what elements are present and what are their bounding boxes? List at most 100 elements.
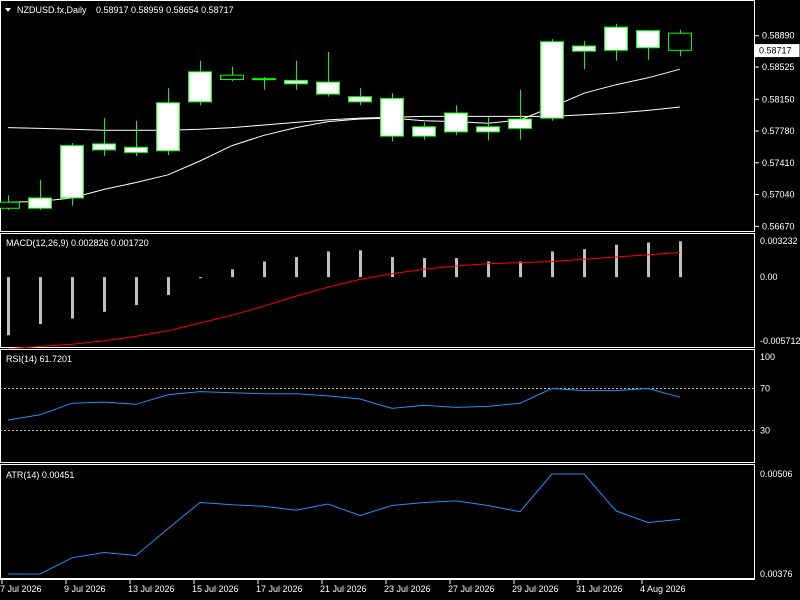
time-axis-label: 13 Jul 2026 (128, 584, 175, 594)
rsi-axis-label: 100 (760, 352, 775, 362)
candle-body-bull (284, 79, 308, 85)
time-axis-label: 31 Jul 2026 (576, 584, 623, 594)
candle (188, 60, 212, 106)
candle (540, 39, 564, 121)
price-axis-label: 0.58150 (762, 94, 795, 104)
time-axis-label: 4 Aug 2026 (640, 584, 686, 594)
macd-bar (423, 258, 426, 278)
candle (156, 88, 180, 156)
candle-body-bull (636, 30, 660, 49)
candle (0, 195, 20, 210)
price-axis-label: 0.57780 (762, 126, 795, 136)
candle-body-bull (604, 26, 628, 51)
candle (476, 117, 500, 141)
macd-bar (231, 269, 234, 278)
rsi-axis-label: 70 (760, 384, 770, 394)
candle-body-bear (668, 32, 692, 51)
atr-axis: 0.00506 0.00376 (760, 469, 793, 579)
macd-bar (7, 277, 10, 336)
candle-body-bull (124, 146, 148, 153)
candle (412, 122, 436, 140)
ma-slow-line-layer (7, 106, 681, 131)
candle (284, 60, 308, 90)
rsi-line (7, 387, 681, 421)
candle-body-bull (188, 71, 212, 103)
time-axis-label: 29 Jul 2026 (512, 584, 559, 594)
candlestick-layer (0, 23, 692, 210)
rsi-panel-frame (0, 349, 755, 463)
atr-line-layer (8, 473, 681, 575)
macd-bar (71, 277, 74, 319)
candle (60, 143, 84, 206)
candle-body-bear (252, 78, 276, 81)
price-axis-label: 0.57040 (762, 190, 795, 200)
price-axis-label: 0.58890 (762, 31, 795, 41)
atr-line (8, 473, 681, 575)
candle (252, 76, 276, 90)
candle (572, 40, 596, 70)
candle-body-bull (572, 45, 596, 52)
candle (316, 52, 340, 97)
time-axis-label: 27 Jul 2026 (448, 584, 495, 594)
macd-bar (519, 261, 522, 278)
macd-title: MACD(12,26,9) 0.002826 0.001720 (6, 238, 149, 248)
macd-bar (679, 241, 682, 278)
macd-histogram-layer (7, 241, 682, 336)
macd-signal-layer (7, 252, 681, 350)
trading-chart[interactable]: 0.58890 0.58525 0.58150 0.57780 0.57410 0.570… (0, 0, 800, 600)
time-axis-label: 9 Jul 2026 (64, 584, 106, 594)
macd-axis-label: 0.003232 (760, 236, 798, 246)
candle (636, 29, 660, 60)
candle-body-bear (0, 201, 20, 209)
candle-body-bull (540, 41, 564, 119)
macd-axis-label: 0.00 (760, 272, 778, 282)
candle-body-bull (348, 96, 372, 103)
candle (444, 105, 468, 136)
rsi-axis-label: 30 (760, 426, 770, 436)
macd-bar (199, 277, 202, 279)
candle (508, 89, 532, 140)
ma-slow-line (7, 106, 681, 131)
candle (92, 118, 116, 156)
candle (220, 66, 244, 82)
time-axis-label: 21 Jul 2026 (320, 584, 367, 594)
time-axis-label: 23 Jul 2026 (384, 584, 431, 594)
time-axis: 7 Jul 2026 9 Jul 2026 13 Jul 2026 15 Jul 20… (0, 579, 686, 594)
candle-body-bull (28, 197, 52, 209)
rsi-title: RSI(14) 61.7201 (6, 354, 72, 364)
candle-body-bull (412, 126, 436, 137)
macd-bar (583, 249, 586, 278)
atr-panel-frame (0, 464, 755, 579)
macd-panel-frame (0, 233, 755, 348)
price-axis: 0.58890 0.58525 0.58150 0.57780 0.57410 0.570… (754, 31, 800, 231)
ohlc-readout: 0.58917 0.58959 0.58654 0.58717 (96, 5, 234, 15)
macd-bar (263, 261, 266, 278)
current-price-label: 0.58717 (759, 46, 792, 56)
candle (380, 93, 404, 142)
time-axis-label: 7 Jul 2026 (0, 584, 42, 594)
price-axis-label: 0.58525 (762, 62, 795, 72)
candle (604, 23, 628, 61)
ma-fast-line (7, 68, 681, 203)
price-axis-label: 0.57410 (762, 158, 795, 168)
rsi-level-lines (0, 388, 755, 431)
atr-axis-label: 0.00376 (760, 569, 793, 579)
macd-axis: 0.003232 0.00 -0.005712 (760, 236, 800, 346)
candle-body-bull (92, 143, 116, 151)
symbol-title: NZDUSD.fx,Daily (17, 5, 87, 15)
ma-fast-line-layer (7, 68, 681, 203)
triangle-down-icon[interactable] (5, 8, 11, 12)
macd-bar (327, 251, 330, 278)
atr-axis-label: 0.00506 (760, 469, 793, 479)
macd-bar (551, 251, 554, 278)
time-axis-label: 15 Jul 2026 (192, 584, 239, 594)
macd-bar (647, 242, 650, 278)
candle (28, 179, 52, 210)
rsi-axis: 100 70 30 (760, 352, 775, 436)
macd-signal-line (7, 252, 681, 350)
macd-bar (615, 244, 618, 278)
price-axis-label: 0.56670 (762, 221, 795, 231)
candle-body-bull (476, 126, 500, 133)
candle (668, 29, 692, 57)
macd-bar (455, 258, 458, 278)
